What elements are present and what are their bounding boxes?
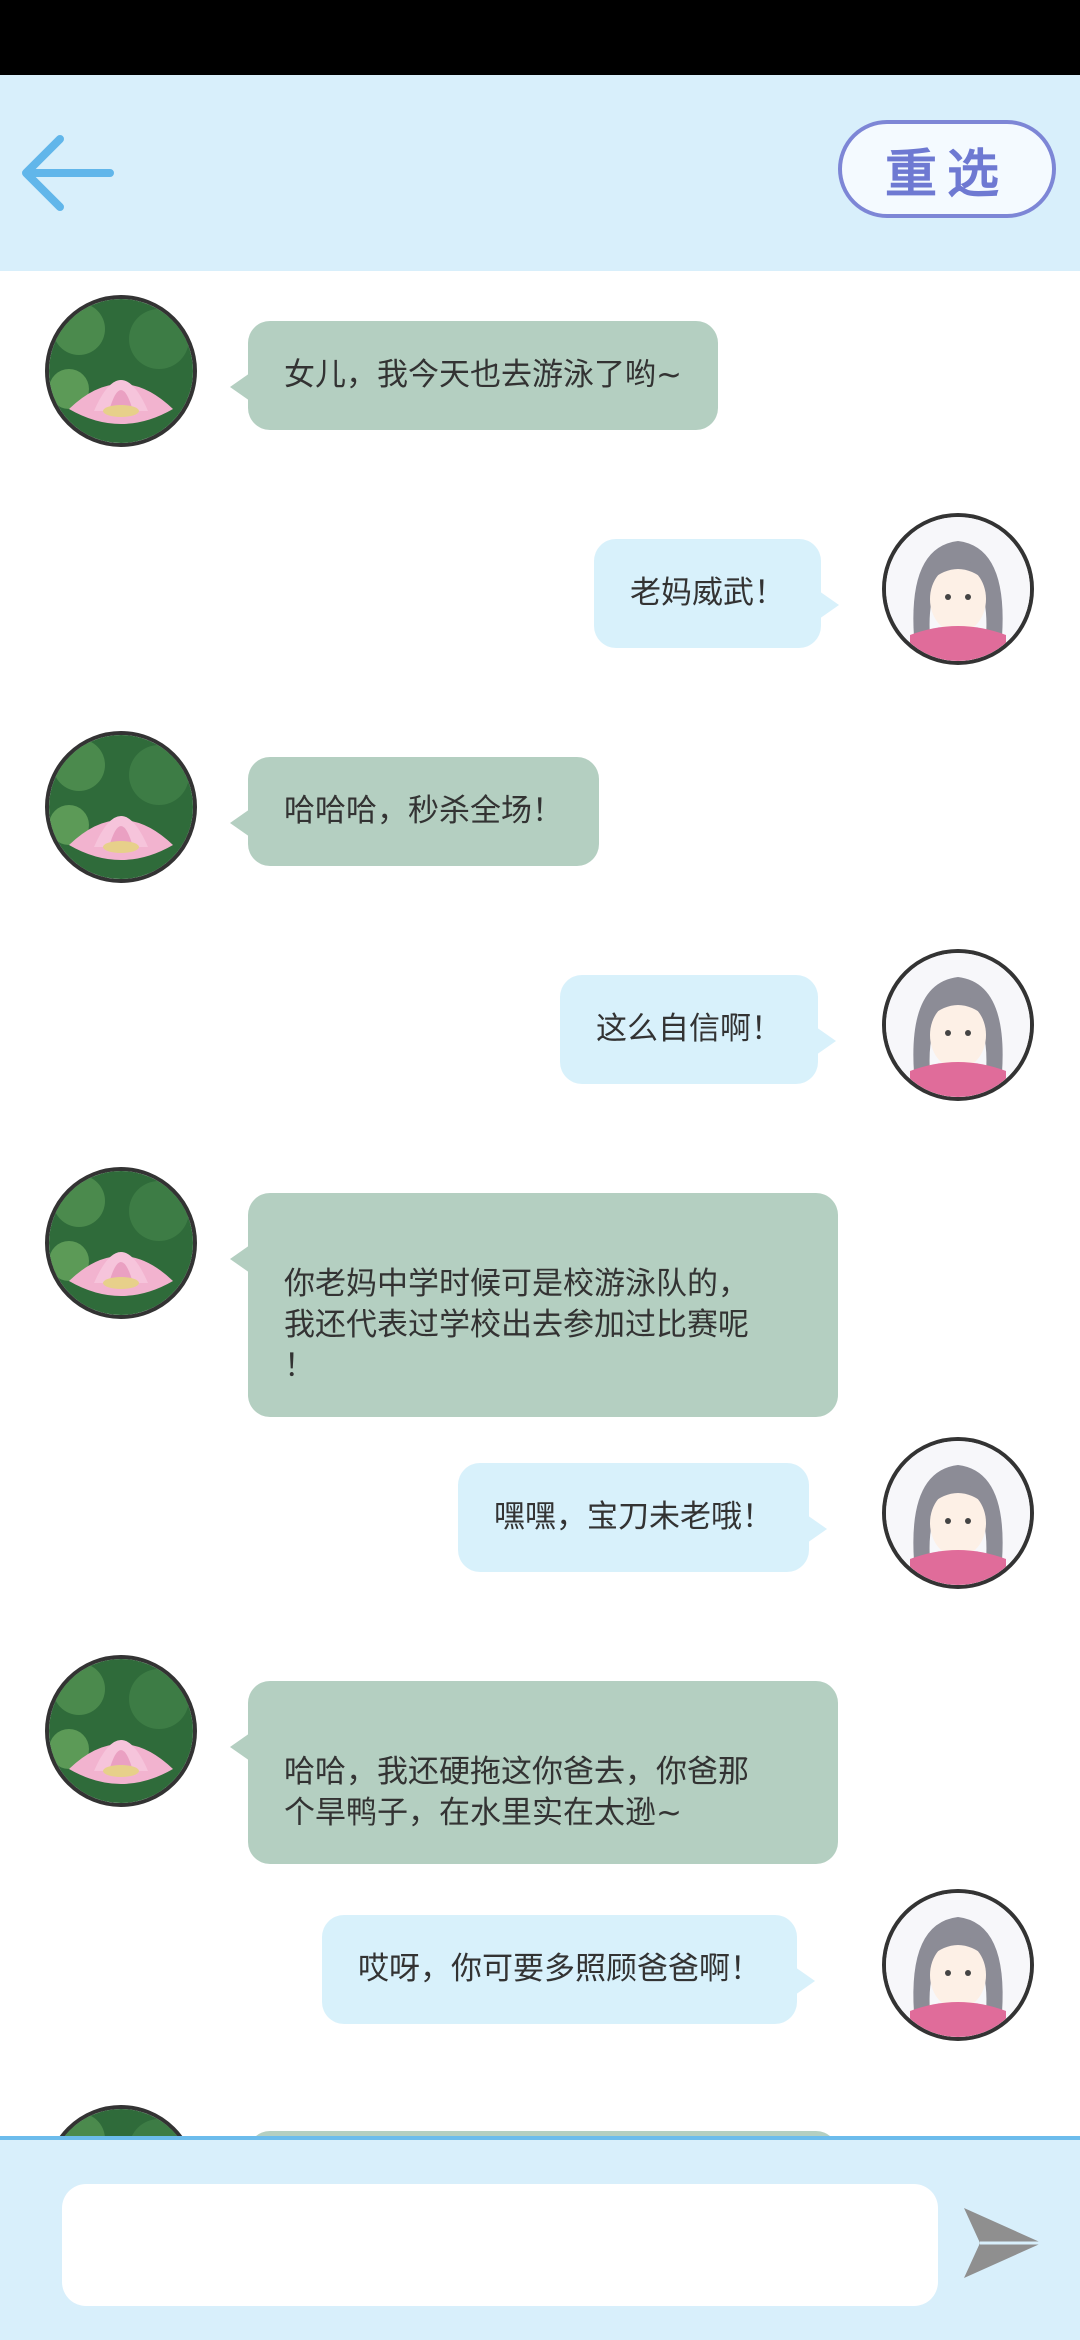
message-text: 女儿，我今天也去游泳了哟~ xyxy=(284,357,682,393)
message-bubble-right: 老妈威武！ xyxy=(594,539,839,648)
mother-avatar xyxy=(45,295,197,447)
message-bubble-left: 哈哈哈，秒杀全场！ xyxy=(230,757,599,866)
mother-avatar xyxy=(45,2105,197,2136)
send-button[interactable] xyxy=(960,2200,1046,2286)
message-bubble-right: 哎呀，你可要多照顾爸爸啊！ xyxy=(322,1915,815,2024)
chat-list[interactable]: 女儿，我今天也去游泳了哟~ 老妈威武！ 哈哈哈，秒杀全场！ 这么自信啊！ 你老妈… xyxy=(0,271,1080,2136)
message-text: 嘿嘿，宝刀未老哦！ xyxy=(494,1499,773,1535)
message-bubble-left: 哈哈，我还硬拖这你爸去，你爸那 个旱鸭子，在水里实在太逊~ xyxy=(230,1681,838,1864)
send-icon xyxy=(964,2208,1042,2278)
lotus-avatar-icon xyxy=(49,1171,193,1315)
message-text: 哎呀，你可要多照顾爸爸啊！ xyxy=(358,1951,761,1987)
mother-avatar xyxy=(45,731,197,883)
composer-bar xyxy=(0,2136,1080,2340)
lotus-avatar-icon xyxy=(49,1659,193,1803)
message-text: 这么自信啊！ xyxy=(596,1011,782,1047)
daughter-avatar xyxy=(882,949,1034,1101)
message-bubble-right: 嘿嘿，宝刀未老哦！ xyxy=(458,1463,827,1572)
daughter-avatar xyxy=(882,1889,1034,2041)
message-text: 你老妈中学时候可是校游泳队的， 我还代表过学校出去参加过比赛呢 ！ xyxy=(284,1266,749,1384)
reselect-button[interactable]: 重选 xyxy=(838,120,1056,218)
status-bar xyxy=(0,0,1080,75)
daughter-avatar xyxy=(882,1437,1034,1589)
message-text: 老妈威武！ xyxy=(630,575,785,611)
girl-avatar-icon xyxy=(886,1441,1030,1585)
message-bubble-left: 你老妈中学时候可是校游泳队的， 我还代表过学校出去参加过比赛呢 ！ xyxy=(230,1193,838,1417)
message-text: 哈哈哈，秒杀全场！ xyxy=(284,793,563,829)
girl-avatar-icon xyxy=(886,953,1030,1097)
girl-avatar-icon xyxy=(886,1893,1030,2037)
daughter-avatar xyxy=(882,513,1034,665)
lotus-avatar-icon xyxy=(49,299,193,443)
back-button[interactable] xyxy=(18,123,118,223)
message-bubble-left: 女儿，我今天也去游泳了哟~ xyxy=(230,321,718,430)
girl-avatar-icon xyxy=(886,517,1030,661)
message-text: 哈哈，我还硬拖这你爸去，你爸那 个旱鸭子，在水里实在太逊~ xyxy=(284,1754,749,1831)
arrow-left-icon xyxy=(22,135,114,211)
mother-avatar xyxy=(45,1167,197,1319)
message-input[interactable] xyxy=(62,2184,938,2306)
message-bubble-right: 这么自信啊！ xyxy=(560,975,836,1084)
mother-avatar xyxy=(45,1655,197,1807)
lotus-avatar-icon xyxy=(49,735,193,879)
lotus-avatar-icon xyxy=(49,2109,193,2136)
top-bar: 重选 xyxy=(0,75,1080,271)
